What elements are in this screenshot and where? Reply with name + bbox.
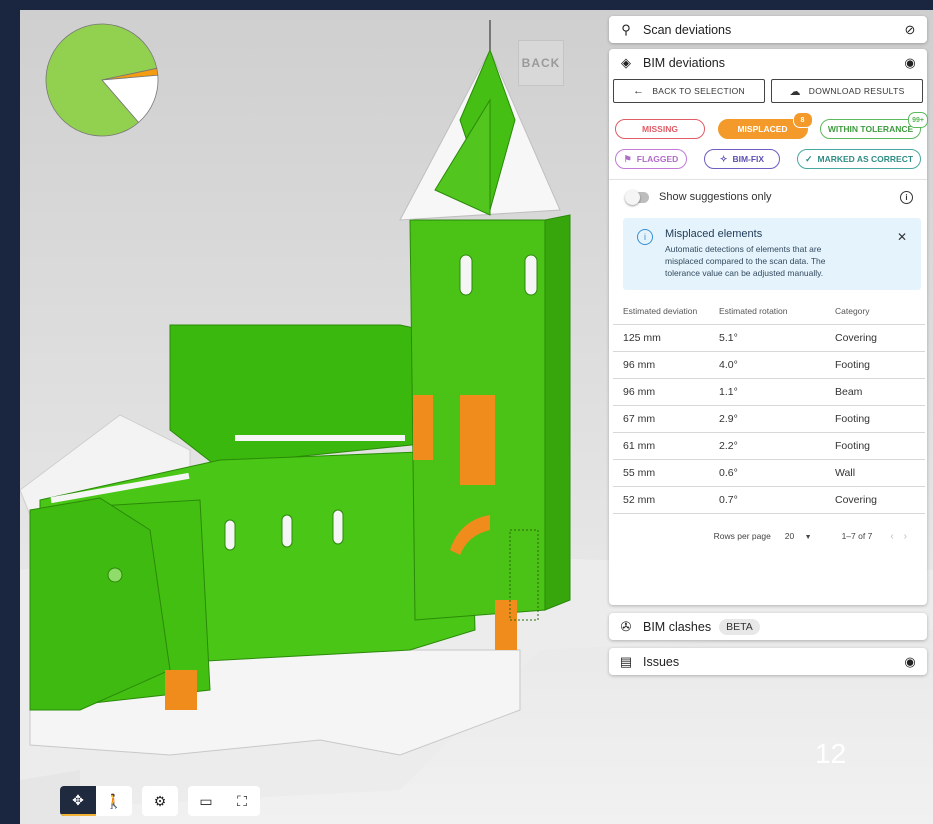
table-row[interactable]: 52 mm 0.7° Covering: [613, 486, 925, 515]
issues-card[interactable]: ▤ Issues ◉: [609, 648, 927, 675]
table-row[interactable]: 55 mm 0.6° Wall: [613, 459, 925, 488]
arrow-left-icon: ←: [633, 85, 645, 97]
filter-within-tolerance-label: WITHIN TOLERANCE: [827, 124, 914, 134]
bim-clashes-title: BIM clashes: [643, 619, 712, 634]
cell-category: Footing: [823, 432, 925, 461]
info-circle-icon: i: [637, 229, 653, 245]
cell-category: Footing: [823, 405, 925, 434]
filter-missing-label: MISSING: [642, 124, 678, 134]
bim-icon: ◈: [621, 55, 631, 70]
eye-icon[interactable]: ◉: [901, 654, 919, 670]
back-to-selection-label: BACK TO SELECTION: [652, 86, 745, 96]
cell-deviation: 52 mm: [613, 486, 709, 515]
scan-deviations-title: Scan deviations: [643, 22, 732, 37]
filter-bimfix-label: BIM-FIX: [732, 154, 765, 164]
misplaced-info-alert: i Misplaced elements Automatic detection…: [623, 218, 921, 290]
table-row[interactable]: 96 mm 4.0° Footing: [613, 351, 925, 380]
within-count-badge: 99+: [908, 112, 928, 128]
eye-icon[interactable]: ◉: [901, 55, 919, 71]
deviations-table: Estimated deviation Estimated rotation C…: [613, 297, 925, 515]
suggestions-label: Show suggestions only: [659, 191, 772, 203]
download-results-button[interactable]: ☁ DOWNLOAD RESULTS: [771, 79, 923, 103]
deviation-pie-chart: [45, 23, 159, 137]
viewer-toolbar: ✥ 🚶 ⚙ ▭ ⛶: [60, 786, 260, 816]
filter-marked-correct-label: MARKED AS CORRECT: [817, 154, 914, 164]
close-icon[interactable]: ✕: [897, 230, 907, 244]
next-page-icon[interactable]: ›: [904, 531, 917, 542]
prev-page-icon[interactable]: ‹: [890, 531, 903, 542]
cell-category: Covering: [823, 324, 925, 353]
flag-icon: ⚑: [623, 153, 632, 164]
cell-deviation: 55 mm: [613, 459, 709, 488]
screen-icon[interactable]: ▭: [188, 786, 224, 816]
table-row[interactable]: 61 mm 2.2° Footing: [613, 432, 925, 461]
orbit-icon[interactable]: ✥: [60, 786, 96, 816]
filter-misplaced-chip[interactable]: MISPLACED 8: [717, 112, 813, 139]
filter-flagged-chip[interactable]: ⚑ FLAGGED: [615, 149, 687, 169]
filter-within-tolerance-chip[interactable]: WITHIN TOLERANCE 99+: [820, 112, 928, 139]
cell-category: Covering: [823, 486, 925, 515]
column-header-deviation[interactable]: Estimated deviation: [613, 297, 709, 326]
rows-per-page-label: Rows per page: [713, 531, 771, 542]
cell-rotation: 0.7°: [709, 486, 823, 515]
document-icon: ▤: [619, 653, 633, 669]
filter-misplaced-label: MISPLACED: [737, 124, 788, 134]
pagination: Rows per page 20 ▼ 1–7 of 7 ‹›: [609, 514, 927, 558]
slide-number: 12: [815, 738, 847, 769]
cell-deviation: 96 mm: [613, 378, 709, 407]
magic-wand-icon: ✧: [719, 153, 728, 164]
column-header-rotation[interactable]: Estimated rotation: [709, 297, 823, 326]
settings-icon[interactable]: ⚙: [142, 786, 178, 816]
rows-per-page-value: 20: [784, 531, 795, 542]
cell-rotation: 4.0°: [709, 351, 823, 380]
misplaced-count-badge: 8: [792, 112, 813, 128]
scan-deviations-card[interactable]: ⚲ Scan deviations ⊘: [609, 16, 927, 43]
back-to-selection-button[interactable]: ← BACK TO SELECTION: [613, 79, 765, 103]
bim-clashes-card[interactable]: ✇ BIM clashes BETA: [609, 613, 927, 640]
table-row[interactable]: 67 mm 2.9° Footing: [613, 405, 925, 434]
cell-deviation: 67 mm: [613, 405, 709, 434]
cloud-download-icon: ☁: [789, 85, 801, 98]
cell-deviation: 61 mm: [613, 432, 709, 461]
alert-title: Misplaced elements: [665, 228, 763, 240]
beta-badge: BETA: [719, 618, 760, 635]
suggestions-toggle[interactable]: [625, 189, 649, 205]
page-range: 1–7 of 7: [841, 531, 873, 542]
cell-deviation: 125 mm: [613, 324, 709, 353]
cell-rotation: 5.1°: [709, 324, 823, 353]
cell-deviation: 96 mm: [613, 351, 709, 380]
double-check-icon: ✓: [804, 153, 813, 164]
eye-off-icon[interactable]: ⊘: [901, 22, 919, 38]
fullscreen-icon[interactable]: ⛶: [224, 786, 260, 816]
cell-category: Beam: [823, 378, 925, 407]
bim-deviations-card: ◈ BIM deviations ◉ ← BACK TO SELECTION ☁…: [609, 49, 928, 605]
filter-bimfix-chip[interactable]: ✧ BIM-FIX: [704, 149, 780, 169]
cell-category: Footing: [823, 351, 925, 380]
column-header-category[interactable]: Category: [823, 297, 925, 326]
cell-rotation: 2.9°: [709, 405, 823, 434]
table-row[interactable]: 125 mm 5.1° Covering: [613, 324, 925, 353]
cell-rotation: 0.6°: [709, 459, 823, 488]
bim-deviations-title: BIM deviations: [643, 56, 725, 70]
scan-icon: ⚲: [621, 21, 631, 37]
view-back-label[interactable]: BACK: [518, 40, 564, 86]
info-icon[interactable]: i: [900, 190, 913, 204]
rows-per-page-select[interactable]: 20 ▼: [785, 531, 812, 541]
table-row[interactable]: 96 mm 1.1° Beam: [613, 378, 925, 407]
cell-category: Wall: [823, 459, 925, 488]
filter-marked-correct-chip[interactable]: ✓ MARKED AS CORRECT: [797, 149, 921, 169]
caret-down-icon: ▼: [804, 534, 812, 542]
issues-title: Issues: [643, 654, 680, 669]
clash-icon: ✇: [620, 618, 632, 634]
download-results-label: DOWNLOAD RESULTS: [808, 86, 905, 96]
filter-flagged-label: FLAGGED: [636, 154, 679, 164]
cell-rotation: 1.1°: [709, 378, 823, 407]
alert-text: Automatic detections of elements that ar…: [665, 244, 826, 278]
filter-missing-chip[interactable]: MISSING: [615, 119, 705, 139]
walk-icon[interactable]: 🚶: [96, 786, 132, 816]
cell-rotation: 2.2°: [709, 432, 823, 461]
